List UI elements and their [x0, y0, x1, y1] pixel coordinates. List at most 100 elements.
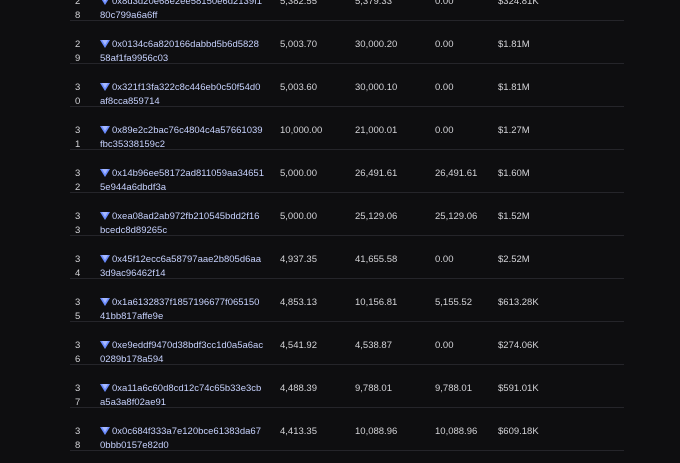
total-cell: 21,000.01 [355, 125, 398, 136]
balance-cell: 10,000.00 [280, 125, 323, 136]
balance-cell: 4,413.35 [280, 426, 317, 437]
staked-cell: 9,788.01 [435, 383, 472, 394]
vertex-v-logo-icon [100, 340, 110, 349]
rank-cell: 32 [75, 168, 81, 193]
value-cell: $1.81M [498, 39, 530, 50]
vertex-v-logo-icon [100, 168, 110, 177]
vertex-v-logo-icon [100, 297, 110, 306]
total-cell: 9,788.01 [355, 383, 392, 394]
address-text[interactable]: 0xa11a6c60d8cd12c74c65b33e3cba5a3a8f02ae… [100, 383, 261, 408]
address-text[interactable]: 0x8d3d20e68e2ee58150e6d2139f180c799a6a6f… [100, 0, 262, 21]
staked-cell: 25,129.06 [435, 211, 478, 222]
vertex-v-logo-icon [100, 211, 110, 220]
address-link[interactable]: 0x45f12ecc6a58797aae2b805d6aa3d9ac96462f… [100, 253, 264, 281]
balance-cell: 5,003.60 [280, 82, 317, 93]
balance-cell: 4,488.39 [280, 383, 317, 394]
table-row: 30 0x321f13fa322c8c446eb0c50f54d0af8cca8… [70, 64, 624, 107]
address-link[interactable]: 0xe9eddf9470d38bdf3cc1d0a5a6ac0289b178a5… [100, 339, 264, 367]
staked-cell: 5,155.52 [435, 297, 472, 308]
table-row: 34 0x45f12ecc6a58797aae2b805d6aa3d9ac964… [70, 236, 624, 279]
value-cell: $609.18K [498, 426, 539, 437]
rank-cell: 31 [75, 125, 81, 150]
vertex-v-logo-icon [100, 426, 110, 435]
value-cell: $1.81M [498, 82, 530, 93]
holders-table: 28 0x8d3d20e68e2ee58150e6d2139f180c799a6… [0, 0, 680, 451]
staked-cell: 0.00 [435, 254, 454, 265]
value-cell: $324.81K [498, 0, 539, 7]
staked-cell: 0.00 [435, 0, 454, 7]
address-link[interactable]: 0x0134c6a820166dabbd5b6d582858af1fa9956c… [100, 38, 264, 66]
balance-cell: 5,000.00 [280, 168, 317, 179]
rank-cell: 34 [75, 254, 81, 279]
value-cell: $1.52M [498, 211, 530, 222]
rank-cell: 29 [75, 39, 81, 64]
table-row: 29 0x0134c6a820166dabbd5b6d582858af1fa99… [70, 21, 624, 64]
balance-cell: 4,541.92 [280, 340, 317, 351]
table-row: 33 0xea08ad2ab972fb210545bdd2f16bcedc8d8… [70, 193, 624, 236]
value-cell: $1.27M [498, 125, 530, 136]
staked-cell: 10,088.96 [435, 426, 478, 437]
staked-cell: 0.00 [435, 340, 454, 351]
address-link[interactable]: 0xa11a6c60d8cd12c74c65b33e3cba5a3a8f02ae… [100, 382, 264, 410]
total-cell: 30,000.10 [355, 82, 398, 93]
address-text[interactable]: 0xe9eddf9470d38bdf3cc1d0a5a6ac0289b178a5… [100, 340, 263, 365]
balance-cell: 5,382.55 [280, 0, 317, 7]
total-cell: 10,156.81 [355, 297, 398, 308]
table-row: 35 0x1a6132837f1857196677f06515041bb817a… [70, 279, 624, 322]
value-cell: $613.28K [498, 297, 539, 308]
address-link[interactable]: 0x0c684f333a7e120bce61383da670bbb0157e82… [100, 425, 264, 453]
table-row: 32 0x14b96ee58172ad811059aa346515e944a6d… [70, 150, 624, 193]
address-link[interactable]: 0x89e2c2bac76c4804c4a57661039fbc35338159… [100, 124, 264, 152]
address-link[interactable]: 0x321f13fa322c8c446eb0c50f54d0af8cca8597… [100, 81, 264, 109]
address-link[interactable]: 0xea08ad2ab972fb210545bdd2f16bcedc8d8926… [100, 210, 264, 238]
address-text[interactable]: 0x0c684f333a7e120bce61383da670bbb0157e82… [100, 426, 261, 451]
table-row: 36 0xe9eddf9470d38bdf3cc1d0a5a6ac0289b17… [70, 322, 624, 365]
rank-cell: 36 [75, 340, 81, 365]
staked-cell: 26,491.61 [435, 168, 478, 179]
balance-cell: 4,853.13 [280, 297, 317, 308]
total-cell: 25,129.06 [355, 211, 398, 222]
balance-cell: 5,003.70 [280, 39, 317, 50]
rank-cell: 37 [75, 383, 81, 408]
address-text[interactable]: 0xea08ad2ab972fb210545bdd2f16bcedc8d8926… [100, 211, 259, 236]
rank-cell: 30 [75, 82, 81, 107]
address-link[interactable]: 0x1a6132837f1857196677f06515041bb817affe… [100, 296, 264, 324]
address-text[interactable]: 0x1a6132837f1857196677f06515041bb817affe… [100, 297, 259, 322]
rank-cell: 38 [75, 426, 81, 451]
staked-cell: 0.00 [435, 82, 454, 93]
address-link[interactable]: 0x14b96ee58172ad811059aa346515e944a6dbdf… [100, 167, 264, 195]
vertex-v-logo-icon [100, 254, 110, 263]
address-text[interactable]: 0x321f13fa322c8c446eb0c50f54d0af8cca8597… [100, 82, 260, 107]
rank-cell: 28 [75, 0, 81, 21]
vertex-v-logo-icon [100, 39, 110, 48]
rank-cell: 33 [75, 211, 81, 236]
rank-cell: 35 [75, 297, 81, 322]
address-link[interactable]: 0x8d3d20e68e2ee58150e6d2139f180c799a6a6f… [100, 0, 264, 23]
staked-cell: 0.00 [435, 125, 454, 136]
vertex-v-logo-icon [100, 383, 110, 392]
vertex-v-logo-icon [100, 125, 110, 134]
address-text[interactable]: 0x14b96ee58172ad811059aa346515e944a6dbdf… [100, 168, 264, 193]
total-cell: 26,491.61 [355, 168, 398, 179]
value-cell: $274.06K [498, 340, 539, 351]
table-row: 37 0xa11a6c60d8cd12c74c65b33e3cba5a3a8f0… [70, 365, 624, 408]
table-row: 28 0x8d3d20e68e2ee58150e6d2139f180c799a6… [70, 0, 624, 21]
vertex-v-logo-icon [100, 0, 110, 5]
table-row: 31 0x89e2c2bac76c4804c4a57661039fbc35338… [70, 107, 624, 150]
vertex-v-logo-icon [100, 82, 110, 91]
address-text[interactable]: 0x89e2c2bac76c4804c4a57661039fbc35338159… [100, 125, 263, 150]
total-cell: 5,379.33 [355, 0, 392, 7]
total-cell: 41,655.58 [355, 254, 398, 265]
balance-cell: 4,937.35 [280, 254, 317, 265]
address-text[interactable]: 0x45f12ecc6a58797aae2b805d6aa3d9ac96462f… [100, 254, 261, 279]
total-cell: 10,088.96 [355, 426, 398, 437]
balance-cell: 5,000.00 [280, 211, 317, 222]
total-cell: 4,538.87 [355, 340, 392, 351]
table-row: 38 0x0c684f333a7e120bce61383da670bbb0157… [70, 408, 624, 451]
address-text[interactable]: 0x0134c6a820166dabbd5b6d582858af1fa9956c… [100, 39, 259, 64]
value-cell: $1.60M [498, 168, 530, 179]
value-cell: $591.01K [498, 383, 539, 394]
value-cell: $2.52M [498, 254, 530, 265]
staked-cell: 0.00 [435, 39, 454, 50]
total-cell: 30,000.20 [355, 39, 398, 50]
